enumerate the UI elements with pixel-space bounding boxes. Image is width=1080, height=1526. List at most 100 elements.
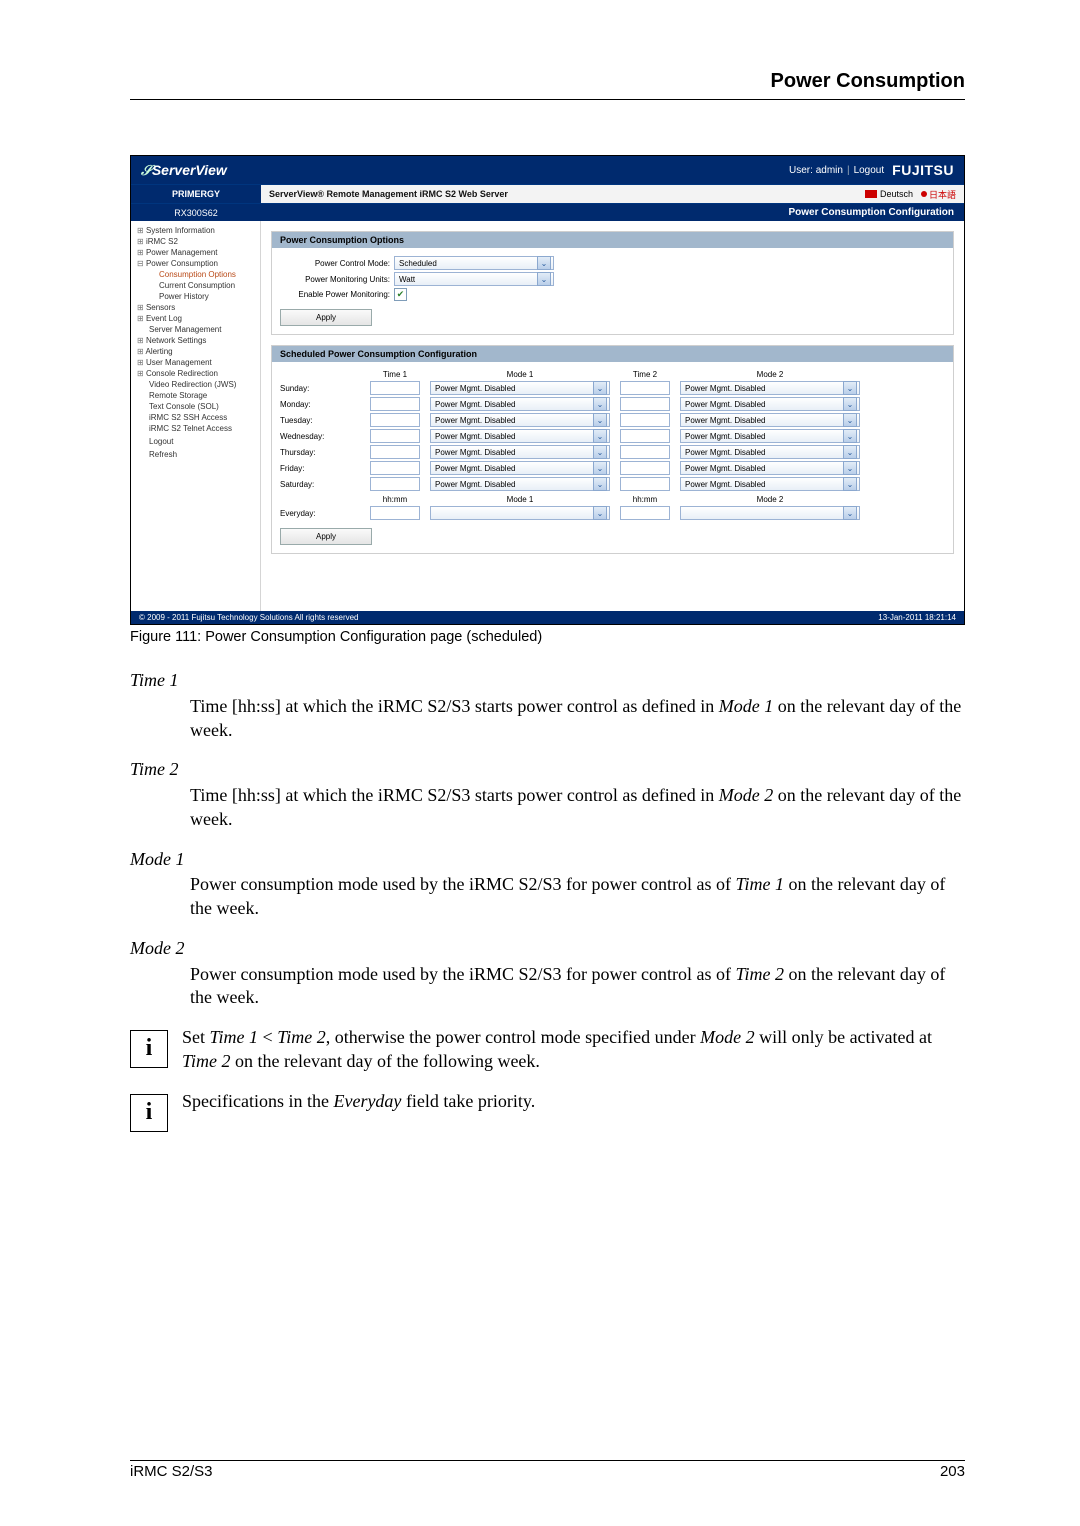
desc-mode2: Power consumption mode used by the iRMC … bbox=[190, 963, 965, 1011]
nav-item[interactable]: Sensors bbox=[137, 302, 260, 313]
mode1-select[interactable]: Power Mgmt. Disabled⌄ bbox=[430, 477, 610, 491]
flag-icon-de bbox=[865, 190, 877, 198]
mode2-select[interactable]: Power Mgmt. Disabled⌄ bbox=[680, 429, 860, 443]
enable-monitoring-label: Enable Power Monitoring: bbox=[280, 290, 394, 299]
everyday-mode1-select[interactable]: ⌄ bbox=[430, 506, 610, 520]
mode1-select[interactable]: Power Mgmt. Disabled⌄ bbox=[430, 397, 610, 411]
mode1-select[interactable]: Power Mgmt. Disabled⌄ bbox=[430, 429, 610, 443]
term-mode2: Mode 2 bbox=[130, 937, 965, 961]
mode1-select[interactable]: Power Mgmt. Disabled⌄ bbox=[430, 461, 610, 475]
nav-item[interactable]: Video Redirection (JWS) bbox=[137, 379, 260, 390]
chevron-down-icon: ⌄ bbox=[593, 477, 607, 491]
power-control-mode-label: Power Control Mode: bbox=[280, 259, 394, 268]
nav-item[interactable]: Current Consumption bbox=[137, 280, 260, 291]
nav-item[interactable]: iRMC S2 Telnet Access bbox=[137, 423, 260, 434]
time1-input[interactable] bbox=[370, 429, 420, 443]
time1-input[interactable] bbox=[370, 381, 420, 395]
nav-item[interactable]: Network Settings bbox=[137, 335, 260, 346]
nav-item[interactable]: Console Redirection bbox=[137, 368, 260, 379]
col-hhmm-1: hh:mm bbox=[370, 495, 420, 504]
col-mode1b: Mode 1 bbox=[430, 495, 610, 504]
logout-link[interactable]: Logout bbox=[854, 165, 885, 176]
sched-row: Wednesday:Power Mgmt. Disabled⌄Power Mgm… bbox=[280, 429, 945, 443]
desc-time1: Time [hh:ss] at which the iRMC S2/S3 sta… bbox=[190, 695, 965, 743]
chevron-down-icon: ⌄ bbox=[593, 461, 607, 475]
time1-input[interactable] bbox=[370, 477, 420, 491]
col-mode2b: Mode 2 bbox=[680, 495, 860, 504]
mode2-select[interactable]: Power Mgmt. Disabled⌄ bbox=[680, 461, 860, 475]
mode2-select[interactable]: Power Mgmt. Disabled⌄ bbox=[680, 397, 860, 411]
nav-item[interactable]: Remote Storage bbox=[137, 390, 260, 401]
col-time1: Time 1 bbox=[370, 370, 420, 379]
chevron-down-icon: ⌄ bbox=[537, 256, 551, 270]
subheader-page-title: Power Consumption Configuration bbox=[261, 203, 964, 221]
time1-input[interactable] bbox=[370, 461, 420, 475]
mode1-select[interactable]: Power Mgmt. Disabled⌄ bbox=[430, 413, 610, 427]
time2-input[interactable] bbox=[620, 461, 670, 475]
everyday-mode2-select[interactable]: ⌄ bbox=[680, 506, 860, 520]
separator: | bbox=[847, 165, 850, 176]
subheader-model: RX300S62 bbox=[131, 203, 261, 221]
mode1-select[interactable]: Power Mgmt. Disabled⌄ bbox=[430, 381, 610, 395]
apply-button[interactable]: Apply bbox=[280, 528, 372, 545]
everyday-time2-input[interactable] bbox=[620, 506, 670, 520]
power-units-select[interactable]: Watt ⌄ bbox=[394, 272, 554, 286]
time2-input[interactable] bbox=[620, 381, 670, 395]
nav-item[interactable]: User Management bbox=[137, 357, 260, 368]
col-mode2: Mode 2 bbox=[680, 370, 860, 379]
power-control-mode-select[interactable]: Scheduled ⌄ bbox=[394, 256, 554, 270]
lang-jp-link[interactable]: 日本語 bbox=[929, 188, 956, 201]
nav-item[interactable]: Logout bbox=[137, 436, 260, 447]
col-mode1: Mode 1 bbox=[430, 370, 610, 379]
col-hhmm-2: hh:mm bbox=[620, 495, 670, 504]
serverview-logo: 𝒮ServerView bbox=[141, 162, 227, 179]
time2-input[interactable] bbox=[620, 477, 670, 491]
desc-time2: Time [hh:ss] at which the iRMC S2/S3 sta… bbox=[190, 784, 965, 832]
nav-item[interactable]: Server Management bbox=[137, 324, 260, 335]
time2-input[interactable] bbox=[620, 429, 670, 443]
nav-item[interactable]: iRMC S2 bbox=[137, 236, 260, 247]
nav-item[interactable]: Refresh bbox=[137, 449, 260, 460]
everyday-time1-input[interactable] bbox=[370, 506, 420, 520]
header-rule bbox=[130, 99, 965, 100]
term-time2: Time 2 bbox=[130, 758, 965, 782]
mode2-select[interactable]: Power Mgmt. Disabled⌄ bbox=[680, 445, 860, 459]
time1-input[interactable] bbox=[370, 413, 420, 427]
chevron-down-icon: ⌄ bbox=[593, 429, 607, 443]
lang-de-link[interactable]: Deutsch bbox=[880, 189, 913, 199]
nav-item[interactable]: Power History bbox=[137, 291, 260, 302]
subheader-product: PRIMERGY bbox=[131, 185, 261, 203]
flag-icon-jp bbox=[921, 191, 927, 197]
time1-input[interactable] bbox=[370, 397, 420, 411]
info-text-2: Specifications in the Everyday field tak… bbox=[182, 1090, 535, 1114]
chevron-down-icon: ⌄ bbox=[843, 397, 857, 411]
mode1-select[interactable]: Power Mgmt. Disabled⌄ bbox=[430, 445, 610, 459]
term-mode1: Mode 1 bbox=[130, 848, 965, 872]
panel1-title: Power Consumption Options bbox=[272, 232, 953, 248]
nav-item[interactable]: Alerting bbox=[137, 346, 260, 357]
nav-item[interactable]: Event Log bbox=[137, 313, 260, 324]
time2-input[interactable] bbox=[620, 413, 670, 427]
mode2-select[interactable]: Power Mgmt. Disabled⌄ bbox=[680, 381, 860, 395]
chevron-down-icon: ⌄ bbox=[593, 413, 607, 427]
nav-item[interactable]: Consumption Options bbox=[137, 269, 260, 280]
day-label: Friday: bbox=[280, 464, 360, 473]
info-icon: i bbox=[130, 1030, 168, 1068]
nav-item[interactable]: Power Consumption bbox=[137, 258, 260, 269]
day-label: Tuesday: bbox=[280, 416, 360, 425]
enable-monitoring-checkbox[interactable]: ✔ bbox=[394, 288, 407, 301]
nav-item[interactable]: iRMC S2 SSH Access bbox=[137, 412, 260, 423]
time1-input[interactable] bbox=[370, 445, 420, 459]
apply-button[interactable]: Apply bbox=[280, 309, 372, 326]
page-header: Power Consumption bbox=[130, 70, 965, 95]
nav-item[interactable]: Text Console (SOL) bbox=[137, 401, 260, 412]
nav-item[interactable]: System Information bbox=[137, 225, 260, 236]
mode2-select[interactable]: Power Mgmt. Disabled⌄ bbox=[680, 413, 860, 427]
mode2-select[interactable]: Power Mgmt. Disabled⌄ bbox=[680, 477, 860, 491]
serverview-logo-icon: 𝒮 bbox=[141, 162, 152, 178]
power-units-label: Power Monitoring Units: bbox=[280, 275, 394, 284]
time2-input[interactable] bbox=[620, 445, 670, 459]
time2-input[interactable] bbox=[620, 397, 670, 411]
nav-item[interactable]: Power Management bbox=[137, 247, 260, 258]
chevron-down-icon: ⌄ bbox=[537, 272, 551, 286]
